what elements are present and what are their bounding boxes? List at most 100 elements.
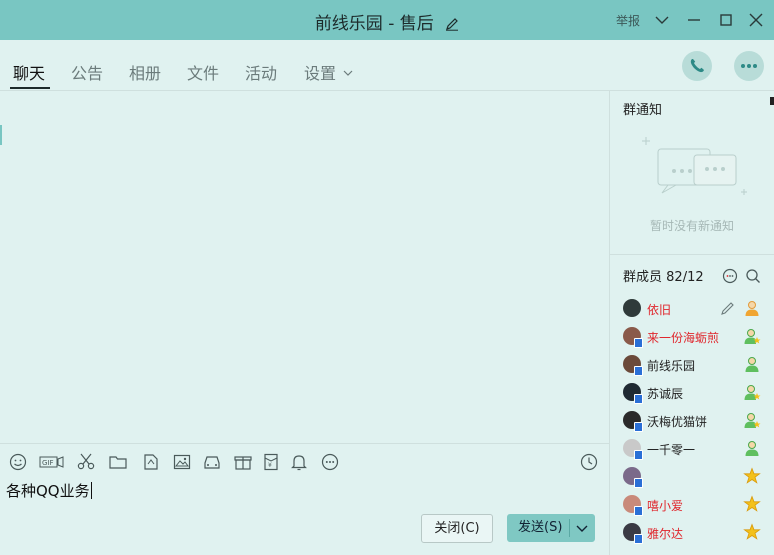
- car-icon[interactable]: [202, 452, 222, 472]
- message-input[interactable]: 各种QQ业务: [6, 480, 92, 501]
- avatar: [623, 439, 643, 460]
- avatar: [623, 523, 643, 544]
- admin-icon: [743, 439, 761, 457]
- member-name: 苏诚辰: [647, 387, 684, 401]
- gif-icon[interactable]: GIF: [39, 452, 65, 472]
- member-row[interactable]: 嘻小爱: [610, 491, 774, 519]
- star-icon: [743, 523, 761, 541]
- group-sidebar: 群通知 暂时没有新通知 群成员 82/12 依旧 来一份海蛎煎 前线乐园 苏诚辰…: [610, 91, 774, 555]
- scissors-icon[interactable]: [76, 452, 96, 472]
- chat-window: 前线乐园 - 售后 举报 聊天 公告 相册 文件 活动 设置 GIF ¥ 各种Q…: [0, 0, 774, 555]
- emoji-icon[interactable]: [8, 452, 28, 472]
- tab-files[interactable]: 文件: [187, 60, 219, 84]
- member-row[interactable]: 一千零一: [610, 435, 774, 463]
- window-title: 前线乐园 - 售后: [314, 14, 434, 34]
- member-name: 依旧: [647, 303, 672, 317]
- more-options-button[interactable]: [734, 51, 764, 81]
- avatar: [623, 467, 643, 488]
- device-badge: [634, 506, 643, 516]
- tab-settings[interactable]: 设置: [304, 60, 336, 84]
- send-button[interactable]: 发送(S): [507, 514, 595, 542]
- send-button-label: 发送(S): [518, 520, 563, 535]
- avatar: [623, 383, 643, 404]
- ellipsis-icon: [741, 64, 757, 68]
- history-icon[interactable]: [579, 452, 599, 472]
- sidebar-divider: [610, 254, 774, 255]
- phone-icon: [690, 59, 704, 73]
- device-badge: [634, 338, 643, 348]
- tab-announcement[interactable]: 公告: [71, 60, 103, 84]
- member-name: 一千零一: [647, 443, 696, 457]
- member-row[interactable]: 沃梅优猫饼: [610, 407, 774, 435]
- call-button[interactable]: [682, 51, 712, 81]
- avatar: [623, 327, 643, 348]
- send-button-divider: [569, 519, 570, 537]
- member-search-icon[interactable]: [744, 267, 762, 285]
- text-caret: [90, 482, 92, 499]
- edit-title-icon[interactable]: [445, 16, 459, 36]
- owner-icon: [743, 299, 761, 317]
- edit-icon[interactable]: [720, 300, 736, 316]
- member-row[interactable]: [610, 463, 774, 491]
- input-toolbar: GIF ¥: [0, 443, 609, 480]
- red-packet-icon[interactable]: ¥: [261, 452, 281, 472]
- member-name: 前线乐园: [647, 359, 696, 373]
- more-tools-icon[interactable]: [320, 452, 340, 472]
- svg-text:¥: ¥: [268, 462, 272, 469]
- member-filter-icon[interactable]: [721, 267, 739, 285]
- svg-text:GIF: GIF: [42, 459, 54, 467]
- doc-icon[interactable]: [141, 452, 161, 472]
- device-badge: [634, 534, 643, 544]
- message-area[interactable]: [0, 91, 609, 443]
- member-name: 嘻小爱: [647, 499, 684, 513]
- image-icon[interactable]: [172, 452, 192, 472]
- avatar: [623, 299, 641, 317]
- gift-icon[interactable]: [233, 452, 253, 472]
- settings-chevron-icon[interactable]: [342, 64, 354, 83]
- notice-title: 群通知: [623, 103, 663, 118]
- member-row[interactable]: 来一份海蛎煎: [610, 323, 774, 351]
- avatar: [623, 411, 643, 432]
- admin-star-icon: [743, 383, 761, 401]
- star-icon: [743, 495, 761, 513]
- chevron-down-icon[interactable]: [653, 11, 671, 29]
- device-badge: [634, 478, 643, 488]
- admin-star-icon: [743, 327, 761, 345]
- admin-icon: [743, 355, 761, 373]
- member-row[interactable]: 依旧: [610, 295, 774, 323]
- member-name: 来一份海蛎煎: [647, 331, 720, 345]
- members-count: 82/12: [666, 270, 704, 285]
- members-header: 群成员 82/12: [623, 266, 704, 285]
- device-badge: [634, 394, 643, 404]
- title-bar: 前线乐园 - 售后 举报: [0, 0, 774, 40]
- tab-chat[interactable]: 聊天: [13, 60, 45, 84]
- window-edge-mark: [770, 97, 774, 105]
- member-name: 雅尔达: [647, 527, 684, 541]
- close-button[interactable]: 关闭(C): [421, 514, 493, 543]
- maximize-icon[interactable]: [717, 11, 735, 29]
- notice-empty-text: 暂时没有新通知: [649, 219, 734, 233]
- members-title: 群成员: [623, 270, 663, 285]
- folder-icon[interactable]: [108, 452, 128, 472]
- bell-icon[interactable]: [289, 452, 309, 472]
- empty-notice-illustration: [632, 129, 752, 213]
- report-button[interactable]: 举报: [616, 12, 640, 29]
- device-badge: [634, 450, 643, 460]
- tab-album[interactable]: 相册: [129, 60, 161, 84]
- member-row[interactable]: 苏诚辰: [610, 379, 774, 407]
- avatar: [623, 495, 643, 516]
- device-badge: [634, 422, 643, 432]
- close-icon[interactable]: [747, 11, 765, 29]
- avatar: [623, 355, 643, 376]
- admin-star-icon: [743, 411, 761, 429]
- message-input-text: 各种QQ业务: [6, 482, 90, 500]
- device-badge: [634, 366, 643, 376]
- tab-activity[interactable]: 活动: [245, 60, 277, 84]
- minimize-icon[interactable]: [685, 11, 703, 29]
- member-row[interactable]: 雅尔达: [610, 519, 774, 547]
- active-tab-indicator: [10, 87, 50, 89]
- star-icon: [743, 467, 761, 485]
- send-options-icon[interactable]: [575, 518, 589, 549]
- member-name: 沃梅优猫饼: [647, 415, 708, 429]
- member-row[interactable]: 前线乐园: [610, 351, 774, 379]
